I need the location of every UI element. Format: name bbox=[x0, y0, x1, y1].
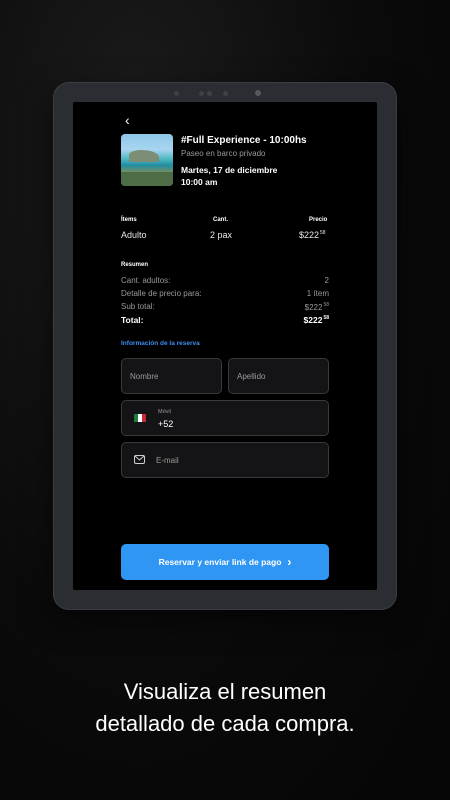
promo-caption: Visualiza el resumen detallado de cada c… bbox=[0, 676, 450, 740]
item-qty: 2 pax bbox=[210, 230, 233, 240]
summary-row: Detalle de precio para: 1 ítem bbox=[121, 289, 329, 298]
booking-time: 10:00 am bbox=[181, 177, 218, 187]
summary-total: Total: $22258 bbox=[121, 315, 329, 325]
lastname-placeholder: Apellido bbox=[237, 372, 266, 381]
back-button[interactable]: ‹ bbox=[125, 112, 130, 128]
mail-icon bbox=[134, 455, 145, 464]
phone-prefix: +52 bbox=[158, 419, 174, 429]
summary-row: Sub total: $22258 bbox=[121, 302, 329, 312]
name-placeholder: Nombre bbox=[130, 372, 159, 381]
summary-title: Resumen bbox=[121, 262, 149, 268]
submit-booking-button[interactable]: Reservar y enviar link de pago › bbox=[121, 544, 329, 580]
item-name: Adulto bbox=[121, 230, 147, 240]
camera-dot bbox=[174, 91, 179, 96]
booking-subtitle: Paseo en barco privado bbox=[181, 149, 266, 158]
submit-label: Reservar y enviar link de pago bbox=[158, 557, 282, 567]
column-header-qty: Cant. bbox=[213, 217, 228, 223]
sensor-dot bbox=[207, 91, 212, 96]
mexico-flag-icon[interactable] bbox=[134, 414, 146, 422]
tour-thumbnail bbox=[121, 134, 173, 186]
app-screen: ‹ #Full Experience - 10:00hs Paseo en ba… bbox=[73, 102, 377, 590]
column-header-price: Precio bbox=[309, 217, 328, 223]
summary-row: Cant. adultos: 2 bbox=[121, 276, 329, 285]
booking-date: Martes, 17 de diciembre bbox=[181, 165, 278, 175]
front-camera bbox=[255, 90, 261, 96]
phone-field[interactable]: Móvil +52 bbox=[121, 400, 329, 436]
email-field[interactable]: E-mail bbox=[121, 442, 329, 478]
chevron-left-icon: ‹ bbox=[125, 112, 130, 128]
phone-label: Móvil bbox=[158, 409, 171, 415]
caption-line-2: detallado de cada compra. bbox=[95, 711, 355, 736]
tablet-frame: ‹ #Full Experience - 10:00hs Paseo en ba… bbox=[53, 82, 397, 610]
email-placeholder: E-mail bbox=[156, 456, 179, 465]
sensor-dot bbox=[199, 91, 204, 96]
chevron-right-icon: › bbox=[287, 555, 292, 569]
caption-line-1: Visualiza el resumen bbox=[123, 679, 327, 704]
camera-dot bbox=[223, 91, 228, 96]
column-header-items: Ítems bbox=[121, 217, 137, 223]
reservation-info-title: Información de la reserva bbox=[121, 340, 200, 347]
item-price: $22258 bbox=[299, 230, 326, 240]
booking-title: #Full Experience - 10:00hs bbox=[181, 135, 307, 146]
name-field[interactable]: Nombre bbox=[121, 358, 222, 394]
lastname-field[interactable]: Apellido bbox=[228, 358, 329, 394]
